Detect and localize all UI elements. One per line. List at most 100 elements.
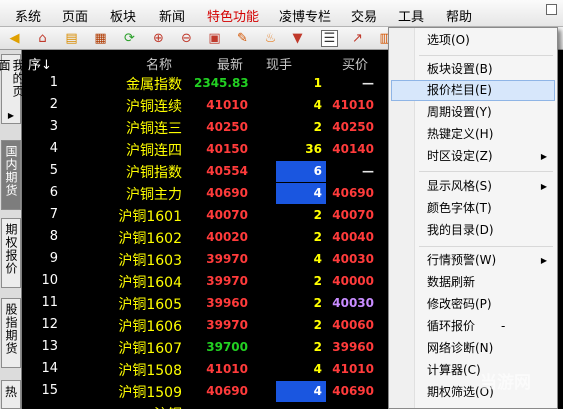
menu-item-change-password[interactable]: 修改密码(P) (391, 294, 555, 315)
home-icon[interactable]: ⌂ (34, 30, 51, 47)
menu-separator (419, 55, 553, 56)
menu-trade[interactable]: 交易 (351, 6, 377, 25)
submenu-arrow-icon: ▶ (540, 152, 547, 161)
menu-item-label: 时区设定(Z) (427, 149, 493, 163)
row-no: 5 (49, 163, 58, 178)
row-latest: 39700 (206, 340, 248, 354)
menu-item-display-style[interactable]: 显示风格(S) ▶ (391, 176, 555, 197)
col-header-bid[interactable]: 买价 (342, 54, 368, 73)
menu-item-my-directory[interactable]: 我的目录(D) (391, 220, 555, 241)
row-no: 15 (41, 383, 58, 398)
chart-icon[interactable]: ↗ (349, 30, 366, 47)
tab-my-page[interactable]: 我的页面 ▶ (0, 54, 25, 124)
menu-page[interactable]: 页面 (62, 6, 88, 25)
row-name: 沪铜1606 (118, 319, 182, 335)
refresh-icon[interactable]: ⟳ (121, 30, 138, 47)
menu-item-label: 网络诊断(N) (427, 341, 494, 355)
menu-item-price-alert[interactable]: 行情预警(W) ▶ (391, 250, 555, 271)
menu-item-suffix: - (501, 319, 506, 333)
menu-column[interactable]: 凌博专栏 (279, 6, 331, 25)
row-bid: 40690 (332, 384, 374, 398)
tab-options-quotes[interactable]: 期权报价 (1, 218, 21, 288)
menu-item-label: 行情预警(W) (427, 253, 497, 267)
menu-item-label: 显示风格(S) (427, 179, 492, 193)
col-header-no[interactable]: 序↓ (28, 54, 52, 73)
news-icon[interactable]: ▦ (92, 30, 109, 47)
row-name: 沪铜1602 (118, 231, 182, 247)
tab-hot[interactable]: 热 (1, 380, 21, 409)
row-bid: 40040 (332, 230, 374, 244)
row-volume: 2 (313, 208, 322, 222)
tab-domestic-futures[interactable]: 国内期货 (1, 140, 21, 210)
row-latest: 40150 (206, 142, 248, 156)
menu-item-color-font[interactable]: 颜色字体(T) (391, 198, 555, 219)
zoom-in-icon[interactable]: ⊕ (150, 30, 167, 47)
menu-item-data-refresh[interactable]: 数据刷新 (391, 272, 555, 293)
row-volume: 1 (313, 76, 322, 90)
row-volume: 4 (313, 252, 322, 266)
menu-item-period-settings[interactable]: 周期设置(Y) (391, 102, 555, 123)
menu-item-hotkey-definition[interactable]: 热键定义(H) (391, 124, 555, 145)
menu-separator (419, 171, 553, 172)
window-icon[interactable]: ▣ (206, 30, 223, 47)
menu-tools[interactable]: 工具 (398, 6, 424, 25)
col-header-volume[interactable]: 现手 (266, 54, 292, 73)
row-bid: 40070 (332, 208, 374, 222)
row-name: 沪铜连续 (126, 99, 182, 115)
menu-item-sector-settings[interactable]: 板块设置(B) (391, 59, 555, 80)
menu-system[interactable]: 系统 (15, 6, 41, 25)
row-volume: 2 (313, 120, 322, 134)
row-bid: 41010 (332, 362, 374, 376)
row-volume: 2 (313, 230, 322, 244)
back-arrow-icon[interactable]: ◀ (6, 30, 23, 47)
menu-news[interactable]: 新闻 (159, 6, 185, 25)
row-volume: 4 (276, 183, 326, 204)
menu-item-label: 热键定义(H) (427, 127, 494, 141)
row-no: 13 (41, 339, 58, 354)
row-bid: 39960 (332, 340, 374, 354)
menu-item-loop-quote[interactable]: 循环报价 - (391, 316, 555, 337)
drawing-icon[interactable]: ♨ (262, 30, 279, 47)
row-latest: 40690 (206, 186, 248, 200)
col-header-name[interactable]: 名称 (146, 54, 172, 73)
zoom-out-icon[interactable]: ⊖ (178, 30, 195, 47)
menu-sector[interactable]: 板块 (110, 6, 136, 25)
row-volume: 2 (313, 274, 322, 288)
filter-icon[interactable]: ▼ (289, 30, 306, 47)
row-latest: 40020 (206, 230, 248, 244)
row-name: 沪铜1603 (118, 253, 182, 269)
row-name: 沪铜1605 (118, 297, 182, 313)
menu-item-options[interactable]: 选项(O) (391, 30, 555, 51)
row-name: 沪铜 (92, 404, 182, 409)
quote-list-icon[interactable]: ☰ (321, 30, 338, 47)
row-latest: 40250 (206, 120, 248, 134)
menu-item-label: 数据刷新 (427, 275, 476, 289)
col-header-latest[interactable]: 最新 (217, 54, 243, 73)
row-name: 沪铜1601 (118, 209, 182, 225)
row-bid: 41010 (332, 98, 374, 112)
menu-item-network-diagnosis[interactable]: 网络诊断(N) (391, 338, 555, 359)
row-name: 沪铜连四 (126, 143, 182, 159)
row-bid: 40060 (332, 318, 374, 332)
window-restore-button[interactable] (546, 4, 557, 15)
row-name: 沪铜指数 (126, 165, 182, 181)
stack-icon[interactable]: ▤ (63, 30, 80, 47)
menu-special-features[interactable]: 特色功能 (207, 6, 259, 25)
row-bid: 40030 (332, 296, 374, 310)
row-name: 沪铜1604 (118, 275, 182, 291)
pencil-icon[interactable]: ✎ (234, 30, 251, 47)
row-latest: 39970 (206, 274, 248, 288)
menu-item-label: 板块设置(B) (427, 62, 493, 76)
menu-item-timezone[interactable]: 时区设定(Z) ▶ (391, 146, 555, 167)
menu-item-quote-columns[interactable]: 报价栏目(E) (391, 80, 555, 101)
tab-index-futures[interactable]: 股指期货 (1, 298, 21, 368)
menu-item-label: 循环报价 (427, 319, 476, 333)
menu-help[interactable]: 帮助 (446, 6, 472, 25)
row-latest: 40690 (206, 384, 248, 398)
menu-item-label: 计算器(C) (427, 363, 481, 377)
row-name: 沪铜1509 (118, 385, 182, 401)
row-volume: 2 (313, 296, 322, 310)
context-menu: 选项(O) 板块设置(B) 报价栏目(E) 周期设置(Y) 热键定义(H) 时区… (388, 27, 558, 409)
submenu-arrow-icon: ▶ (540, 182, 547, 191)
row-name: 沪铜主力 (126, 187, 182, 203)
